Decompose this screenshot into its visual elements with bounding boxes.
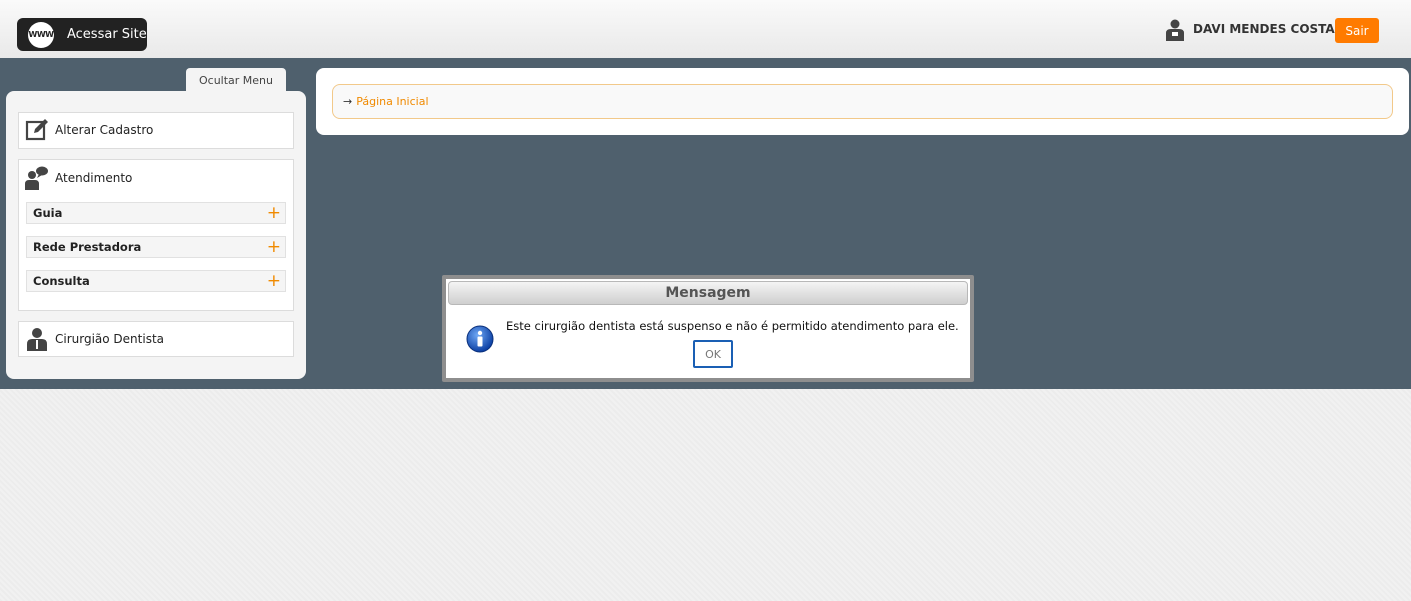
dialog-message: Este cirurgião dentista está suspenso e …	[506, 319, 959, 333]
submenu-label: Consulta	[33, 274, 90, 288]
breadcrumb: → Página Inicial	[332, 84, 1393, 119]
plus-icon: +	[266, 270, 281, 291]
submenu-label: Guia	[33, 206, 63, 220]
content-panel: → Página Inicial	[316, 68, 1409, 135]
user-name: DAVI MENDES COSTA	[1193, 22, 1335, 36]
submenu-consulta[interactable]: Consulta +	[26, 270, 286, 292]
sidebar-item-atendimento: Atendimento Guia + Rede Prestadora + Con…	[18, 159, 294, 311]
chat-user-icon	[25, 166, 48, 190]
globe-icon: WWW	[28, 21, 54, 48]
message-dialog: Mensagem Este cirurgião dentista está su…	[442, 275, 974, 382]
plus-icon: +	[266, 202, 281, 223]
ok-button[interactable]: OK	[693, 340, 733, 368]
info-icon	[466, 325, 494, 353]
sidebar-item-label: Atendimento	[55, 171, 133, 185]
sidebar-item-atendimento-header[interactable]: Atendimento	[19, 160, 293, 196]
submenu-label: Rede Prestadora	[33, 240, 142, 254]
access-site-label: Acessar Site	[67, 27, 147, 42]
sidebar-item-alterar-cadastro[interactable]: Alterar Cadastro	[18, 112, 294, 149]
sidebar-item-label: Cirurgião Dentista	[55, 332, 165, 346]
access-site-button[interactable]: WWW Acessar Site	[17, 18, 147, 51]
hide-menu-tab[interactable]: Ocultar Menu	[186, 68, 286, 92]
dentist-icon	[27, 328, 47, 351]
breadcrumb-arrow: →	[343, 95, 353, 108]
sidebar-item-label: Alterar Cadastro	[55, 123, 154, 137]
plus-icon: +	[266, 236, 281, 257]
sidebar-item-cirurgiao-dentista[interactable]: Cirurgião Dentista	[18, 321, 294, 357]
dialog-title: Mensagem	[448, 281, 968, 305]
breadcrumb-home-link[interactable]: Página Inicial	[356, 95, 428, 108]
edit-icon	[25, 119, 48, 141]
top-bar: WWW Acessar Site DAVI MENDES COSTA Sair	[0, 0, 1411, 59]
user-icon	[1166, 19, 1184, 41]
submenu-guia[interactable]: Guia +	[26, 202, 286, 224]
submenu-rede-prestadora[interactable]: Rede Prestadora +	[26, 236, 286, 258]
sidebar: Alterar Cadastro Atendimento Guia + Rede…	[6, 91, 306, 379]
logout-button[interactable]: Sair	[1335, 18, 1379, 43]
